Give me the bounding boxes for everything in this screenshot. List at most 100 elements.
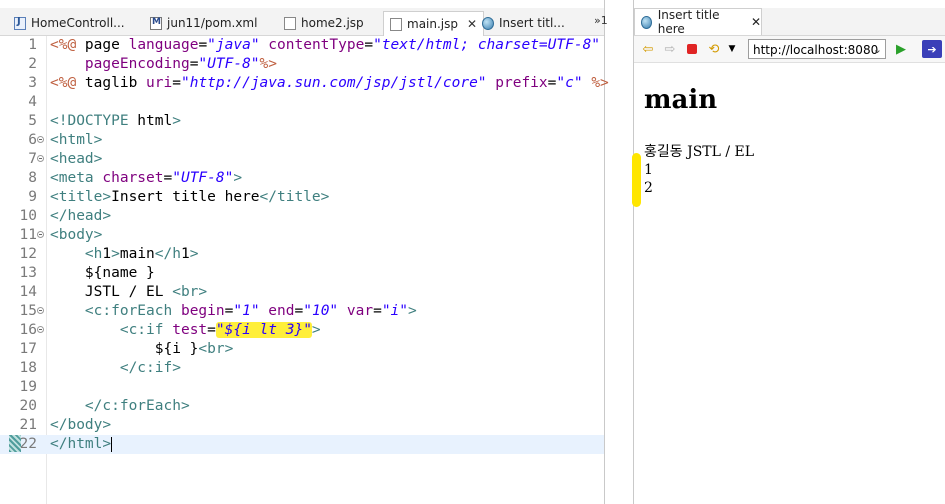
line-number: 5: [28, 113, 37, 129]
code-line[interactable]: 12 <h1>main</h1>: [0, 245, 604, 264]
code-text: JSTL / EL <br>: [50, 284, 208, 300]
tab-home2-jsp[interactable]: home2.jsp: [278, 11, 370, 35]
line-number: 19: [19, 379, 37, 395]
line-number: 2: [28, 56, 37, 72]
line-number: 17: [19, 341, 37, 357]
page-line: 1: [644, 162, 653, 178]
code-editor[interactable]: 1 <%@ page language="java" contentType="t…: [0, 36, 609, 504]
jsp-file-icon: [390, 17, 402, 31]
code-line[interactable]: 15 <c:forEach begin="1" end="10" var="i"…: [0, 302, 604, 321]
fold-toggle-icon[interactable]: [37, 231, 44, 238]
code-text: ${name }: [50, 265, 155, 281]
change-marker-icon: [9, 435, 21, 452]
fold-toggle-icon[interactable]: [37, 136, 44, 143]
code-line[interactable]: 6 <html>: [0, 131, 604, 150]
code-line[interactable]: 17 ${i }<br>: [0, 340, 604, 359]
code-text: <head>: [50, 151, 103, 167]
java-file-icon: [14, 16, 26, 30]
line-number: 1: [28, 37, 37, 53]
browser-tab-label: Insert title here: [657, 8, 720, 36]
line-number: 20: [19, 398, 37, 414]
code-line[interactable]: 13 ${name }: [0, 264, 604, 283]
browser-tab[interactable]: Insert title here ✕: [634, 8, 762, 36]
tab-overflow-button[interactable]: »1: [594, 14, 608, 27]
tab-label: HomeControll...: [31, 16, 125, 30]
fold-toggle-icon[interactable]: [37, 155, 44, 162]
code-line[interactable]: 7 <head>: [0, 150, 604, 169]
line-number: 8: [28, 170, 37, 186]
highlight-annotation: [632, 153, 641, 207]
code-line[interactable]: 2 pageEncoding="UTF-8"%>: [0, 55, 604, 74]
code-line[interactable]: 11 <body>: [0, 226, 604, 245]
code-line[interactable]: 5 <!DOCTYPE html>: [0, 112, 604, 131]
editor-tabbar: HomeControll... jun11/pom.xml home2.jsp …: [0, 8, 608, 36]
line-number: 13: [19, 265, 37, 281]
globe-icon: [482, 16, 494, 30]
code-text: </c:forEach>: [84, 398, 190, 414]
code-text: </body>: [50, 417, 112, 433]
line-number: 6: [28, 132, 37, 148]
url-input[interactable]: http://localhost:8080 ⌄: [748, 39, 886, 59]
tab-browser-preview[interactable]: Insert titl...: [476, 11, 571, 35]
refresh-icon[interactable]: ⟲: [706, 41, 722, 57]
code-text: <%@ taglib uri="http://java.sun.com/jsp/…: [50, 75, 609, 91]
browser-toolbar: ⇦ ⇨ ⟲ ▼ http://localhost:8080 ⌄ ▶ ➔: [634, 36, 945, 63]
tab-home-controller[interactable]: HomeControll...: [8, 11, 131, 35]
code-text: <html>: [50, 132, 103, 148]
xml-file-icon: [150, 16, 162, 30]
line-number: 16: [19, 322, 37, 338]
chevron-down-icon[interactable]: ⌄: [873, 40, 882, 58]
page-line: 2: [644, 180, 653, 196]
browser-pane: Insert title here ✕ ⇦ ⇨ ⟲ ▼ http://local…: [632, 0, 945, 504]
close-icon[interactable]: ✕: [751, 15, 761, 29]
stop-icon[interactable]: [684, 41, 700, 57]
line-number: 7: [28, 151, 37, 167]
code-text: ${i }<br>: [50, 341, 234, 357]
tab-label: jun11/pom.xml: [167, 16, 258, 30]
tab-label: Insert titl...: [499, 16, 565, 30]
line-number: 4: [28, 94, 37, 110]
code-text: <title>Insert title here</title>: [50, 189, 330, 205]
code-line[interactable]: 14 JSTL / EL <br>: [0, 283, 604, 302]
back-arrow-icon[interactable]: ⇦: [640, 41, 656, 57]
open-external-icon[interactable]: ➔: [922, 40, 942, 58]
code-text: pageEncoding="UTF-8"%>: [84, 56, 277, 72]
code-line[interactable]: 8 <meta charset="UTF-8">: [0, 169, 604, 188]
fold-toggle-icon[interactable]: [37, 326, 44, 333]
code-line[interactable]: 21 </body>: [0, 416, 604, 435]
globe-icon: [641, 15, 652, 29]
code-text: <body>: [50, 227, 103, 243]
line-number: 18: [19, 360, 37, 376]
code-line[interactable]: 22 </html>: [0, 435, 604, 454]
code-text: <!DOCTYPE html>: [50, 113, 181, 129]
code-text: <c:forEach begin="1" end="10" var="i">: [84, 303, 417, 319]
code-line[interactable]: 9 <title>Insert title here</title>: [0, 188, 604, 207]
code-text: <meta charset="UTF-8">: [50, 170, 243, 186]
code-line[interactable]: 1 <%@ page language="java" contentType="t…: [0, 36, 604, 55]
code-line[interactable]: 18 </c:if>: [0, 359, 604, 378]
line-number: 3: [28, 75, 37, 91]
code-line[interactable]: 4: [0, 93, 604, 112]
forward-arrow-icon[interactable]: ⇨: [662, 41, 678, 57]
code-line[interactable]: 3 <%@ taglib uri="http://java.sun.com/jsp…: [0, 74, 609, 93]
go-icon[interactable]: ▶: [893, 41, 909, 57]
jsp-file-icon: [284, 16, 296, 30]
text-caret: [111, 436, 113, 452]
line-number: 9: [28, 189, 37, 205]
code-text: <c:if test="${i lt 3}">: [119, 322, 321, 338]
url-text: http://localhost:8080: [753, 43, 879, 57]
fold-toggle-icon[interactable]: [37, 307, 44, 314]
code-line[interactable]: 10 </head>: [0, 207, 604, 226]
editor-pane: HomeControll... jun11/pom.xml home2.jsp …: [0, 0, 609, 504]
tab-main-jsp[interactable]: main.jsp ✕: [383, 11, 485, 36]
line-number: 11: [19, 227, 37, 243]
code-line[interactable]: 19: [0, 378, 604, 397]
code-line[interactable]: 20 </c:forEach>: [0, 397, 604, 416]
tab-pom-xml[interactable]: jun11/pom.xml: [144, 11, 263, 35]
code-line[interactable]: 16 <c:if test="${i lt 3}">: [0, 321, 604, 340]
page-line: 홍길동 JSTL / EL: [644, 144, 755, 160]
line-number: 12: [19, 246, 37, 262]
dropdown-arrow-icon[interactable]: ▼: [724, 41, 740, 57]
line-number: 14: [19, 284, 37, 300]
line-number: 15: [19, 303, 37, 319]
